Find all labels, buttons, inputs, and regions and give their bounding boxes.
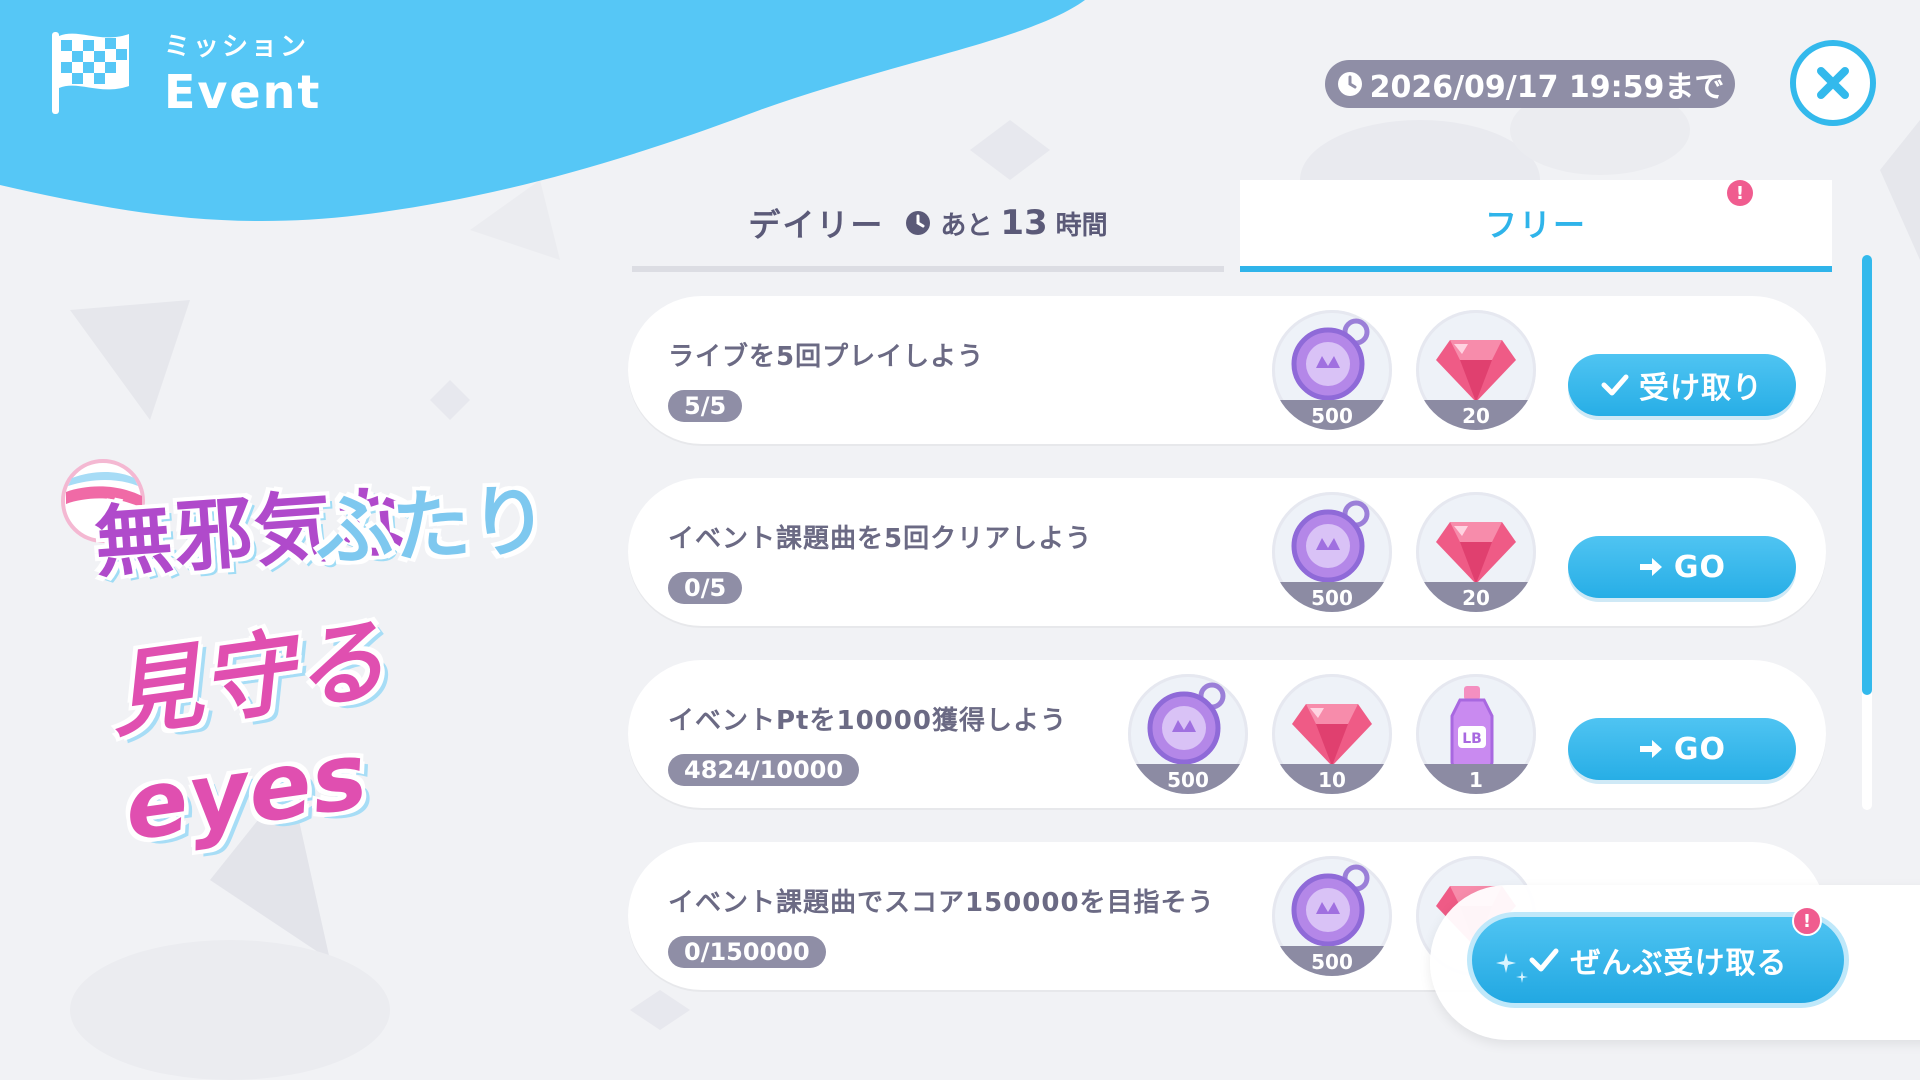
coin-medal-icon <box>1291 318 1370 401</box>
mission-title: イベント課題曲でスコア150000を目指そう <box>668 888 1215 918</box>
reward-quantity: 500 <box>1167 768 1209 792</box>
go-button-label: GO <box>1673 549 1727 585</box>
check-icon <box>1601 374 1629 396</box>
claim-all-button[interactable]: ぜんぶ受け取る <box>1467 912 1849 1008</box>
lb-bottle-icon: LB <box>1450 686 1494 770</box>
mission-progress: 0/5 <box>668 572 743 604</box>
mission-title: イベントPtを10000獲得しよう <box>668 706 1067 736</box>
header: ミッション Event <box>44 24 321 120</box>
mission-progress: 0/150000 <box>668 936 826 968</box>
coin-medal-icon <box>1291 500 1370 583</box>
event-logo: 無邪気な ふたり 見守る eyes <box>44 450 584 862</box>
reward-quantity: 500 <box>1311 404 1353 428</box>
tab-daily-label: デイリー <box>748 206 885 244</box>
scrollbar-thumb[interactable] <box>1862 255 1872 695</box>
header-subtitle: ミッション <box>164 31 310 62</box>
mission-row: ライブを5回プレイしよう 5/5 500 20 受け取り <box>628 296 1826 444</box>
gem-icon <box>1292 704 1372 766</box>
claim-all-label: ぜんぶ受け取る <box>1570 946 1788 981</box>
timer-prefix: あと <box>940 210 993 241</box>
close-icon <box>1817 67 1849 99</box>
receive-button[interactable]: 受け取り <box>1568 354 1796 416</box>
tab-daily[interactable]: デイリー あと 13 時間 <box>632 180 1224 272</box>
mission-row: イベント課題曲を5回クリアしよう 0/5 500 20 GO <box>628 478 1826 626</box>
arrow-right-icon <box>1639 558 1662 576</box>
coin-medal-icon <box>1291 864 1370 947</box>
arrow-right-icon <box>1639 740 1662 758</box>
reward-quantity: 20 <box>1462 586 1490 610</box>
clock-icon <box>906 211 931 235</box>
reward-coin-medal: 500 <box>1272 310 1392 430</box>
go-button[interactable]: GO <box>1568 536 1796 598</box>
mission-progress: 4824/10000 <box>668 754 860 786</box>
timer-unit: 時間 <box>1055 210 1108 241</box>
reward-coin-medal: 500 <box>1128 674 1248 794</box>
sparkle-icon <box>1496 953 1528 983</box>
logo-line3: 見守る eyes <box>102 605 394 862</box>
logo-line2: ふたり <box>312 475 551 579</box>
mission-row: イベントPtを10000獲得しよう 4824/10000 500 10 LB 1 <box>628 660 1826 808</box>
reward-coin-medal: 500 <box>1272 856 1392 976</box>
timer-value: 13 <box>1000 203 1048 243</box>
deadline-badge: 2026/09/17 19:59まで <box>1325 60 1735 108</box>
daily-timer: あと 13 時間 <box>904 203 1108 243</box>
receive-button-label: 受け取り <box>1639 371 1763 406</box>
page-title: Event <box>164 64 322 119</box>
alert-badge: ! <box>1727 180 1753 206</box>
clock-icon <box>1337 72 1362 96</box>
reward-gem: 10 <box>1272 674 1392 794</box>
mission-title: ライブを5回プレイしよう <box>668 342 985 372</box>
deadline-text: 2026/09/17 19:59まで <box>1369 70 1725 105</box>
reward-coin-medal: 500 <box>1272 492 1392 612</box>
gem-icon <box>1436 340 1516 402</box>
reward-lb-bottle: LB 1 <box>1416 674 1536 794</box>
mission-progress: 5/5 <box>668 390 743 422</box>
reward-quantity: 10 <box>1318 768 1346 792</box>
scrollbar[interactable] <box>1862 255 1872 810</box>
close-button[interactable] <box>1790 40 1876 126</box>
gem-icon <box>1436 522 1516 584</box>
reward-gem: 20 <box>1416 492 1536 612</box>
go-button-label: GO <box>1673 731 1727 767</box>
alert-badge: ! <box>1792 906 1822 936</box>
reward-gem: 20 <box>1416 310 1536 430</box>
reward-quantity: 500 <box>1311 586 1353 610</box>
reward-quantity: 20 <box>1462 404 1490 428</box>
reward-quantity: 1 <box>1469 768 1483 792</box>
reward-quantity: 500 <box>1311 950 1353 974</box>
mission-title: イベント課題曲を5回クリアしよう <box>668 524 1093 554</box>
bottle-label: LB <box>1462 731 1482 747</box>
checkered-flag-icon <box>52 32 129 114</box>
go-button[interactable]: GO <box>1568 718 1796 780</box>
coin-medal-icon <box>1147 682 1226 765</box>
tab-free-label: フリー <box>1484 206 1587 244</box>
